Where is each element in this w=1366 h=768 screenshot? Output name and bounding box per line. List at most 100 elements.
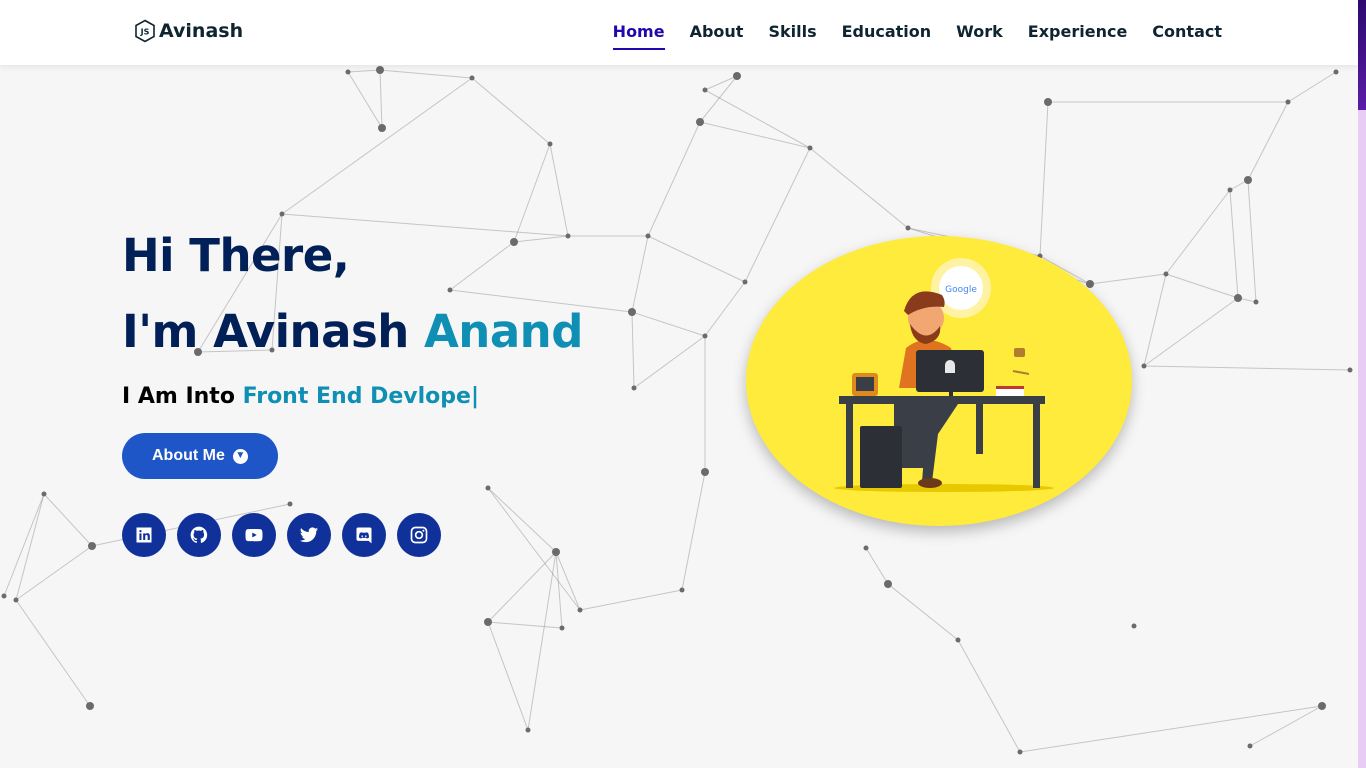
typed-cursor: | [470,384,480,409]
particle-link [957,639,1021,753]
nav-education[interactable]: Education [842,22,932,50]
particle-link [579,589,683,611]
particle-dot [1333,69,1339,75]
particle-dot [1163,271,1169,277]
particle-link [379,69,473,79]
particle-link [887,583,959,641]
particle-link [704,89,811,149]
particle-link [865,547,889,585]
particle-link [527,551,557,731]
particle-link [1089,273,1167,285]
particle-link [744,147,811,283]
particle-link [379,69,383,129]
github-link[interactable] [177,513,221,557]
particle-dot [86,702,94,710]
particle-link [704,281,746,337]
scrollbar-thumb[interactable] [1358,0,1366,110]
particle-link [15,599,91,707]
logo[interactable]: JS Avinash [134,19,243,43]
nav-work[interactable]: Work [956,22,1003,50]
particle-dot [1227,187,1233,193]
particle-dot [378,124,386,132]
twitter-icon [299,527,319,543]
nav-about[interactable]: About [690,22,744,50]
particle-dot [88,542,96,550]
particle-link [1249,705,1323,747]
particle-dot [345,69,351,75]
typed-line: I Am Into Front End Devlope| [122,384,583,409]
linkedin-link[interactable] [122,513,166,557]
youtube-link[interactable] [232,513,276,557]
developer-at-desk-illustration: Google [834,258,1054,492]
typed-prefix: I Am Into [122,384,243,409]
particle-link [1229,189,1239,299]
particle-dot [884,580,892,588]
particle-dot [742,279,748,285]
hero-greeting: Hi There, [122,229,350,282]
instagram-link[interactable] [397,513,441,557]
particle-dot [547,141,553,147]
social-links [122,513,583,557]
particle-dot [279,211,285,217]
particle-dot [628,308,636,316]
instagram-icon [410,526,428,544]
discord-icon [356,527,372,544]
hero-intro-text: I'm Avinash [122,305,424,358]
about-me-label: About Me [152,447,225,464]
particle-link [699,121,811,149]
particle-dot [645,233,651,239]
node-js-icon: JS [135,19,155,43]
particle-link [1019,705,1323,753]
particle-link [15,545,93,601]
discord-link[interactable] [342,513,386,557]
particle-link [1165,273,1239,299]
particle-dot [1,593,7,599]
nav-home[interactable]: Home [612,22,665,50]
particle-link [704,75,738,91]
particle-dot [1044,98,1052,106]
google-bubble-text: Google [945,285,977,295]
particle-dot [702,87,708,93]
arrow-down-circle-icon: ▼ [232,448,248,464]
svg-text:JS: JS [140,28,150,37]
particle-link [1143,365,1351,371]
particle-link [471,77,551,145]
about-me-button[interactable]: About Me ▼ [122,433,278,479]
particle-dot [955,637,961,643]
particle-dot [863,545,869,551]
particle-link [681,471,706,591]
particle-dot [696,118,704,126]
particle-link [1165,189,1231,275]
scrollbar-track[interactable] [1358,0,1366,768]
particle-dot [525,727,531,733]
particle-dot [702,333,708,339]
particle-dot [1086,280,1094,288]
linkedin-icon [136,527,152,543]
particle-link [699,75,738,123]
particle-link [347,71,383,129]
particle-dot [1141,363,1147,369]
hero-illustration: Google [746,236,1132,526]
twitter-link[interactable] [287,513,331,557]
particle-link [647,235,746,283]
typed-text: Front End Devlope [242,384,471,409]
nav-experience[interactable]: Experience [1028,22,1128,50]
particle-dot [1017,749,1023,755]
main-nav: Home About Skills Education Work Experie… [612,22,1222,50]
hero-section: Hi There, I'm Avinash Anand I Am Into Fr… [122,218,583,557]
particle-link [633,335,706,389]
particle-dot [1244,176,1252,184]
particle-link [3,493,45,597]
particle-link [631,311,635,389]
particle-dot [469,75,475,81]
particle-link [1247,179,1257,303]
particle-dot [484,618,492,626]
particle-link [487,621,529,731]
nav-contact[interactable]: Contact [1152,22,1222,50]
particle-link [487,621,563,629]
nav-skills[interactable]: Skills [768,22,816,50]
particle-link [15,493,45,601]
particle-dot [807,145,813,151]
hero-name-accent: Anand [423,305,583,358]
particle-link [647,121,701,237]
